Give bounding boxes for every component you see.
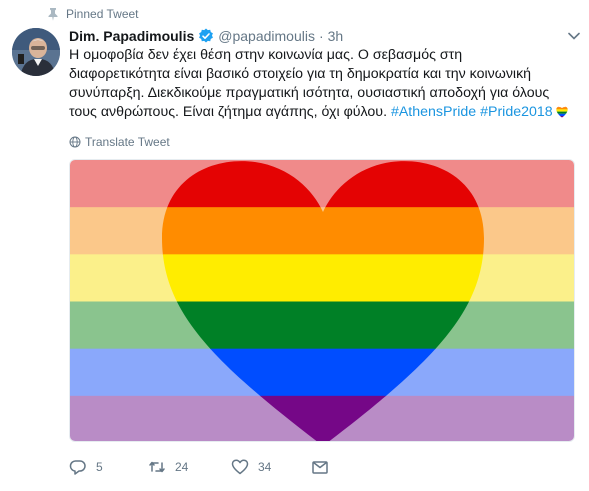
reply-icon [69, 460, 86, 475]
envelope-icon [312, 461, 328, 474]
tweet-text: Η ομοφοβία δεν έχει θέση στην κοινωνία μ… [69, 46, 581, 122]
author-name[interactable]: Dim. Papadimoulis [69, 28, 194, 44]
hashtag-athenspride[interactable]: #AthensPride [391, 104, 476, 120]
retweet-count: 24 [175, 460, 189, 474]
direct-message-button[interactable] [311, 458, 329, 476]
tweet-line: Η ομοφοβία δεν έχει θέση στην κοινωνία μ… [69, 47, 463, 63]
pin-icon [48, 8, 58, 21]
verified-badge-icon [199, 28, 214, 43]
reply-button[interactable]: 5 [69, 458, 103, 476]
avatar[interactable] [12, 28, 60, 76]
reply-count: 5 [96, 460, 103, 474]
avatar-photo [12, 28, 60, 76]
chevron-down-icon[interactable] [568, 32, 580, 40]
tweet-line: συνύπαρξη. Διεκδικούμε πραγματική ισότητ… [69, 84, 550, 101]
retweet-button[interactable]: 24 [148, 458, 188, 476]
tweet[interactable]: Pinned Tweet Dim. Papadimoulis @papadimo… [0, 0, 589, 491]
heart-icon [231, 459, 249, 475]
tweet-media[interactable] [69, 159, 575, 442]
like-button[interactable]: 34 [231, 458, 271, 476]
rainbow-heart-emoji-icon [555, 106, 568, 118]
tweet-line: διαφορετικότητα είναι βασικό στοιχείο γι… [69, 65, 532, 82]
tweet-line-last: τους ανθρώπους. Είναι ζήτημα αγάπης, όχι… [69, 103, 581, 122]
background-stripe [70, 160, 574, 208]
translate-label: Translate Tweet [85, 135, 170, 149]
translate-tweet-link[interactable]: Translate Tweet [69, 134, 170, 150]
like-count: 34 [258, 460, 272, 474]
globe-icon [69, 136, 81, 148]
tweet-timestamp[interactable]: 3h [328, 28, 344, 44]
pinned-label: Pinned Tweet [66, 7, 139, 21]
separator: · [318, 28, 324, 44]
hashtag-pride2018[interactable]: #Pride2018 [480, 104, 553, 120]
author-handle[interactable]: @papadimoulis [218, 28, 315, 44]
tweet-line-text: τους ανθρώπους. Είναι ζήτημα αγάπης, όχι… [69, 103, 391, 120]
rainbow-heart-image [70, 160, 574, 441]
retweet-icon [149, 461, 165, 473]
tweet-header: Dim. Papadimoulis @papadimoulis · 3h [69, 27, 343, 45]
